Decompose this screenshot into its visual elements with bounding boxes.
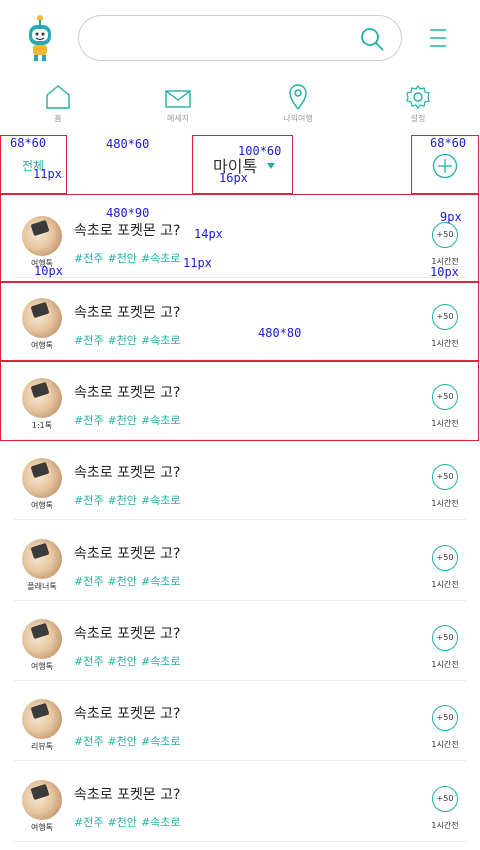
post-time: 1시간전: [431, 821, 459, 830]
nav-item-my-trip[interactable]: 나의여행: [258, 80, 338, 128]
points-badge[interactable]: +50: [432, 464, 458, 490]
hashtag[interactable]: #천안: [107, 735, 136, 748]
annotation-label: 11px: [183, 256, 212, 270]
post-row[interactable]: 플래너톡 속초로 포켓몬 고? #전주 #천안 #속초로 +50 1시간전: [14, 521, 466, 601]
robot-logo-icon[interactable]: [24, 14, 56, 62]
annotation-label: 11px: [33, 167, 62, 181]
post-tags: #전주 #천안 #속초로: [74, 492, 185, 508]
search-bar[interactable]: [78, 15, 402, 61]
post-title[interactable]: 속초로 포켓몬 고?: [74, 462, 181, 482]
nav-item-messages[interactable]: 메세지: [138, 80, 218, 128]
annotation-label: 480*60: [106, 137, 150, 151]
hashtag[interactable]: #전주: [74, 494, 103, 507]
search-input[interactable]: [97, 26, 347, 50]
hamburger-menu-icon[interactable]: [428, 27, 448, 49]
annotation-label: 480*80: [258, 326, 302, 340]
map-pin-icon: [289, 84, 307, 110]
nav-label-settings: 설정: [410, 114, 426, 123]
annotation-label: 9px: [440, 210, 462, 224]
hashtag[interactable]: #천안: [107, 575, 136, 588]
app-header: [0, 0, 480, 78]
post-title[interactable]: 속초로 포켓몬 고?: [74, 703, 181, 723]
mail-icon: [165, 90, 191, 108]
post-time: 1시간전: [431, 580, 459, 589]
post-title[interactable]: 속초로 포켓몬 고?: [74, 784, 181, 804]
post-tags: #전주 #천안 #속초로: [74, 573, 185, 589]
post-row[interactable]: 여행톡 속초로 포켓몬 고? #전주 #천안 #속초로 +50 1시간전: [14, 440, 466, 520]
annotation-label: 100*60: [238, 144, 282, 158]
nav-label-messages: 메세지: [166, 114, 190, 123]
post-title[interactable]: 속초로 포켓몬 고?: [74, 543, 181, 563]
annotation-box: [0, 194, 479, 282]
avatar: [22, 699, 62, 739]
hashtag[interactable]: #전주: [74, 816, 103, 829]
hashtag[interactable]: #속초로: [141, 655, 181, 668]
gear-icon: [406, 84, 430, 110]
hashtag[interactable]: #속초로: [141, 735, 181, 748]
nav-item-home[interactable]: 홈: [18, 80, 98, 128]
hashtag[interactable]: #전주: [74, 575, 103, 588]
post-category: 여행톡: [30, 823, 54, 832]
post-title[interactable]: 속초로 포켓몬 고?: [74, 623, 181, 643]
points-badge[interactable]: +50: [432, 786, 458, 812]
annotation-label: 16px: [219, 171, 248, 185]
post-tags: #전주 #천안 #속초로: [74, 733, 185, 749]
points-badge[interactable]: +50: [432, 545, 458, 571]
post-category: 리뷰톡: [30, 742, 54, 751]
hashtag[interactable]: #속초로: [141, 575, 181, 588]
annotation-label: 68*60: [430, 136, 467, 150]
hashtag[interactable]: #전주: [74, 655, 103, 668]
post-category: 플래너톡: [27, 582, 57, 591]
annotation-label: 10px: [34, 264, 63, 278]
post-tags: #전주 #천안 #속초로: [74, 653, 185, 669]
avatar: [22, 780, 62, 820]
post-time: 1시간전: [431, 740, 459, 749]
avatar: [22, 619, 62, 659]
avatar: [22, 458, 62, 498]
hashtag[interactable]: #천안: [107, 816, 136, 829]
nav-item-settings[interactable]: 설정: [378, 80, 458, 128]
post-row[interactable]: 리뷰톡 속초로 포켓몬 고? #전주 #천안 #속초로 +50 1시간전: [14, 681, 466, 761]
annotation-box: [0, 282, 479, 361]
nav-label-my-trip: 나의여행: [283, 114, 313, 123]
avatar: [22, 539, 62, 579]
post-row[interactable]: 여행톡 속초로 포켓몬 고? #전주 #천안 #속초로 +50 1시간전: [14, 762, 466, 842]
main-nav: 홈 메세지 나의여행 설정: [0, 80, 480, 130]
annotation-label: 480*90: [106, 206, 150, 220]
post-row[interactable]: 여행톡 속초로 포켓몬 고? #전주 #천안 #속초로 +50 1시간전: [14, 601, 466, 681]
search-icon[interactable]: [359, 26, 385, 52]
hashtag[interactable]: #전주: [74, 735, 103, 748]
post-time: 1시간전: [431, 660, 459, 669]
annotation-label: 14px: [194, 227, 223, 241]
post-category: 여행톡: [30, 662, 54, 671]
points-badge[interactable]: +50: [432, 625, 458, 651]
annotation-label: 68*60: [10, 136, 47, 150]
post-time: 1시간전: [431, 499, 459, 508]
hashtag[interactable]: #천안: [107, 494, 136, 507]
home-icon: [46, 85, 70, 109]
post-tags: #전주 #천안 #속초로: [74, 814, 185, 830]
hashtag[interactable]: #천안: [107, 655, 136, 668]
hashtag[interactable]: #속초로: [141, 816, 181, 829]
annotation-box: [0, 361, 479, 441]
hashtag[interactable]: #속초로: [141, 494, 181, 507]
post-category: 여행톡: [30, 501, 54, 510]
nav-label-home: 홈: [54, 114, 62, 123]
annotation-label: 10px: [430, 265, 459, 279]
points-badge[interactable]: +50: [432, 705, 458, 731]
